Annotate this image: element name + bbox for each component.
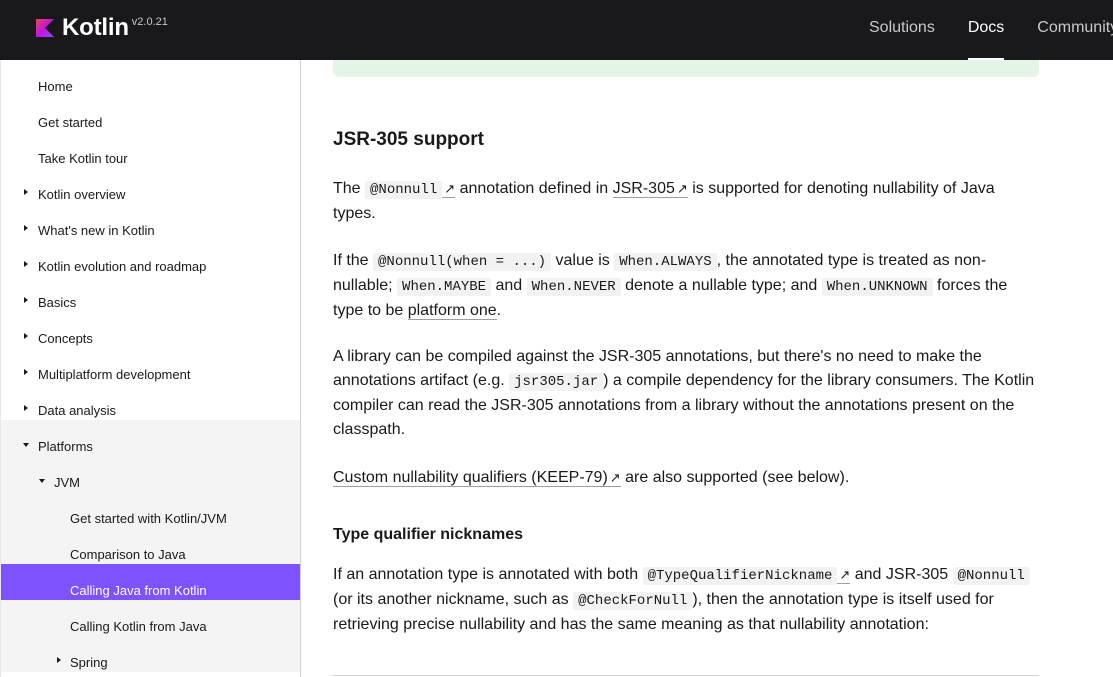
- inline-code: @Nonnull(when = ...): [373, 253, 552, 271]
- caret-right-icon: [57, 657, 61, 663]
- top-nav: Solutions Docs Community: [869, 0, 1113, 60]
- sidebar-item-jvm[interactable]: JVM: [1, 456, 300, 492]
- sidebar-item-label: Platforms: [38, 439, 93, 454]
- paragraph-nicknames: If an annotation type is annotated with …: [333, 563, 1039, 637]
- section-heading: JSR-305 support: [333, 129, 484, 150]
- sidebar-item-concepts[interactable]: Concepts: [1, 312, 300, 348]
- sidebar-item-calling-kotlin-from-java[interactable]: Calling Kotlin from Java: [1, 600, 300, 636]
- text: annotation defined in: [455, 180, 613, 197]
- sidebar-item-kotlin-overview[interactable]: Kotlin overview: [1, 168, 300, 204]
- text: .: [496, 302, 502, 319]
- tip-block: [333, 60, 1039, 77]
- text: The: [333, 180, 366, 197]
- inline-code: When.MAYBE: [397, 278, 492, 296]
- type-qualifier-nickname-link[interactable]: @TypeQualifierNickname ↗: [642, 566, 851, 585]
- inline-code: When.ALWAYS: [614, 253, 717, 271]
- inline-code: When.UNKNOWN: [821, 278, 933, 296]
- sidebar-item-calling-java-from-kotlin[interactable]: Calling Java from Kotlin: [1, 564, 300, 600]
- sidebar-item-get-started[interactable]: Get started: [1, 96, 300, 132]
- sidebar-item-label: Home: [38, 79, 73, 94]
- sidebar-item-label: Get started with Kotlin/JVM: [70, 511, 227, 526]
- logo-text: Kotlin: [62, 14, 129, 41]
- inline-code: jsr305.jar: [509, 373, 604, 391]
- inline-code: @TypeQualifierNickname: [642, 567, 838, 585]
- sidebar-item-label: JVM: [54, 475, 80, 490]
- sidebar-item-label: Comparison to Java: [70, 547, 186, 562]
- caret-right-icon: [24, 405, 28, 411]
- external-link-icon: ↗: [839, 567, 851, 582]
- paragraph-jsr305-intro: The @Nonnull ↗ annotation defined in JSR-…: [333, 177, 1039, 226]
- text: and JSR-305: [850, 566, 953, 583]
- version-label[interactable]: v2.0.21: [132, 16, 168, 28]
- inline-code: @Nonnull: [952, 567, 1030, 585]
- sidebar-item-evolution-roadmap[interactable]: Kotlin evolution and roadmap: [1, 240, 300, 276]
- text: value is: [551, 252, 615, 269]
- caret-right-icon: [24, 189, 28, 195]
- sidebar-item-label: Take Kotlin tour: [38, 151, 128, 166]
- sidebar-item-label: Kotlin overview: [38, 187, 126, 202]
- sidebar-item-label: Multiplatform development: [38, 367, 191, 382]
- sidebar-item-spring[interactable]: Spring: [1, 636, 300, 672]
- jsr305-link[interactable]: JSR-305 ↗: [612, 180, 688, 198]
- inline-code: @Nonnull: [365, 181, 443, 199]
- sidebar-item-basics[interactable]: Basics: [1, 276, 300, 312]
- caret-right-icon: [24, 225, 28, 231]
- sidebar-item-multiplatform[interactable]: Multiplatform development: [1, 348, 300, 384]
- sidebar-item-whats-new[interactable]: What's new in Kotlin: [1, 204, 300, 240]
- sidebar-item-label: Get started: [38, 115, 103, 130]
- inline-code: @CheckForNull: [573, 592, 693, 610]
- paragraph-library-compile: A library can be compiled against the JS…: [333, 345, 1039, 442]
- nonnull-code-link[interactable]: @Nonnull ↗: [365, 180, 456, 199]
- text: and: [491, 277, 527, 294]
- sidebar-item-platforms[interactable]: Platforms: [1, 420, 300, 456]
- text: are also supported (see below).: [620, 469, 850, 486]
- sidebar-item-label: Data analysis: [38, 403, 117, 418]
- caret-right-icon: [24, 297, 28, 303]
- sidebar-item-data-analysis[interactable]: Data analysis: [1, 384, 300, 420]
- sidebar-item-label: Concepts: [38, 331, 93, 346]
- text: If an annotation type is annotated with …: [333, 566, 643, 583]
- sidebar-item-home[interactable]: Home: [1, 60, 300, 96]
- caret-right-icon: [24, 261, 28, 267]
- kotlin-logo-link[interactable]: Kotlin v2.0.21: [36, 16, 168, 40]
- kotlin-logo-icon: [36, 19, 54, 37]
- docs-sidebar: Home Get started Take Kotlin tour Kotlin…: [0, 60, 301, 677]
- text: If the: [333, 252, 374, 269]
- nav-solutions[interactable]: Solutions: [869, 0, 935, 60]
- sidebar-item-comparison-java[interactable]: Comparison to Java: [1, 528, 300, 564]
- platform-one-link[interactable]: platform one: [407, 302, 497, 320]
- sidebar-item-label: Calling Kotlin from Java: [70, 619, 207, 634]
- top-header: Kotlin v2.0.21 Solutions Docs Community: [0, 0, 1113, 60]
- external-link-icon: ↗: [444, 181, 456, 196]
- external-link-icon: ↗: [609, 470, 621, 485]
- caret-down-icon: [39, 479, 45, 483]
- sidebar-item-label: Spring: [70, 655, 108, 670]
- keep-79-link[interactable]: Custom nullability qualifiers (KEEP-79) ↗: [333, 469, 621, 487]
- inline-code: When.NEVER: [526, 278, 621, 296]
- sidebar-item-label: Kotlin evolution and roadmap: [38, 259, 207, 274]
- text: (or its another nickname, such as: [333, 591, 574, 608]
- sidebar-item-get-started-jvm[interactable]: Get started with Kotlin/JVM: [1, 492, 300, 528]
- sidebar-item-label: Calling Java from Kotlin: [70, 583, 207, 598]
- sidebar-item-label: What's new in Kotlin: [38, 223, 155, 238]
- caret-down-icon: [23, 443, 29, 447]
- caret-right-icon: [24, 333, 28, 339]
- subsection-heading: Type qualifier nicknames: [333, 526, 523, 543]
- paragraph-custom-qualifiers: Custom nullability qualifiers (KEEP-79) ↗…: [333, 466, 1039, 490]
- link-text: JSR-305: [612, 180, 675, 197]
- paragraph-when-values: If the @Nonnull(when = ...) value is Whe…: [333, 249, 1039, 323]
- external-link-icon: ↗: [676, 181, 688, 196]
- text: denote a nullable type; and: [620, 277, 822, 294]
- caret-right-icon: [24, 369, 28, 375]
- sidebar-item-label: Basics: [38, 295, 77, 310]
- nav-community[interactable]: Community: [1037, 0, 1113, 60]
- link-text: Custom nullability qualifiers (KEEP-79): [333, 469, 608, 486]
- nav-docs[interactable]: Docs: [967, 0, 1005, 60]
- sidebar-item-kotlin-tour[interactable]: Take Kotlin tour: [1, 132, 300, 168]
